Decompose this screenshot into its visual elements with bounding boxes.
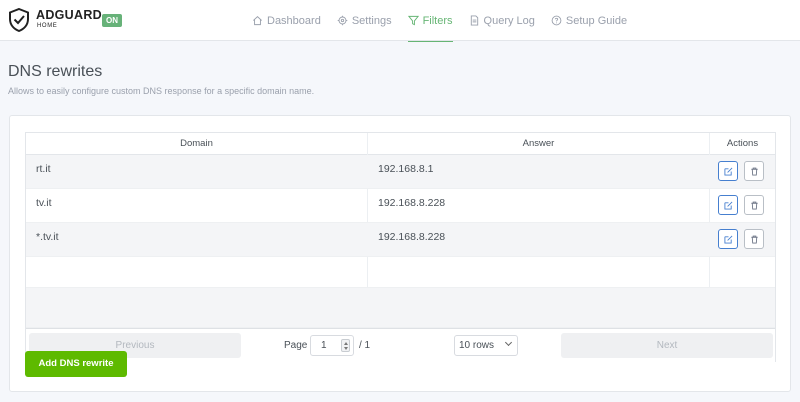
cell-domain: tv.it <box>36 197 52 209</box>
nav-filters[interactable]: Filters <box>407 0 453 42</box>
delete-button[interactable] <box>744 195 764 215</box>
shield-check-icon <box>9 8 29 32</box>
cell-domain: *.tv.it <box>36 231 59 243</box>
edit-icon <box>723 167 732 176</box>
document-icon <box>470 15 478 26</box>
edit-button[interactable] <box>718 161 738 181</box>
page-total-label: / 1 <box>359 340 371 351</box>
cell-answer: 192.168.8.228 <box>378 231 446 243</box>
rewrites-table: Domain Answer Actions rt.it 192.168.8.1 … <box>25 132 776 362</box>
adguard-logo[interactable]: ADGUARD HOME <box>8 8 102 32</box>
table-header: Domain Answer Actions <box>26 133 775 155</box>
column-header-answer[interactable]: Answer <box>368 133 709 155</box>
cell-answer: 192.168.8.228 <box>378 197 446 209</box>
edit-icon <box>723 201 732 210</box>
page-number-value: 1 <box>321 340 327 351</box>
gear-icon <box>337 15 348 26</box>
table-row: *.tv.it 192.168.8.228 <box>26 223 775 257</box>
cell-domain: rt.it <box>36 163 51 175</box>
nav-settings[interactable]: Settings <box>337 0 392 41</box>
chevron-down-icon <box>504 338 513 347</box>
status-badge: ON <box>102 14 122 27</box>
nav-filters-label: Filters <box>422 14 453 27</box>
rows-per-page-select[interactable]: 10 rows <box>454 335 518 356</box>
add-dns-rewrite-button[interactable]: Add DNS rewrite <box>25 351 127 377</box>
trash-icon <box>750 167 758 176</box>
empty-row <box>26 257 775 288</box>
top-header: ADGUARD HOME ON Dashboard Settings Filte… <box>0 0 800 42</box>
page-title: DNS rewrites <box>8 63 103 80</box>
trash-icon <box>750 235 758 244</box>
nav-dashboard-label: Dashboard <box>267 14 321 27</box>
table-row: tv.it 192.168.8.228 <box>26 189 775 223</box>
edit-icon <box>723 235 732 244</box>
home-icon <box>253 16 262 26</box>
pagination-bar: Previous Page 1 / 1 10 rows Next <box>26 328 775 362</box>
page-description: Allows to easily configure custom DNS re… <box>8 86 315 96</box>
delete-button[interactable] <box>744 161 764 181</box>
cell-answer: 192.168.8.1 <box>378 163 434 175</box>
edit-button[interactable] <box>718 195 738 215</box>
nav-setup-guide-label: Setup Guide <box>565 14 628 27</box>
filter-icon <box>407 15 419 26</box>
column-header-domain[interactable]: Domain <box>26 133 367 155</box>
nav-dashboard[interactable]: Dashboard <box>252 0 321 41</box>
page-number-input[interactable]: 1 <box>310 335 354 356</box>
column-header-actions: Actions <box>726 138 759 149</box>
nav-settings-label: Settings <box>351 14 392 27</box>
help-circle-icon <box>551 15 562 26</box>
rows-per-page-value: 10 rows <box>459 340 495 351</box>
main-nav: Dashboard Settings Filters Query Log Set… <box>252 0 643 42</box>
delete-button[interactable] <box>744 229 764 249</box>
page-stepper-icon[interactable] <box>341 339 350 352</box>
trash-icon <box>750 201 758 210</box>
edit-button[interactable] <box>718 229 738 249</box>
next-page-button[interactable]: Next <box>561 333 773 358</box>
dns-rewrites-card: Domain Answer Actions rt.it 192.168.8.1 … <box>9 115 791 392</box>
table-row: rt.it 192.168.8.1 <box>26 155 775 189</box>
page-label: Page <box>284 340 308 351</box>
nav-setup-guide[interactable]: Setup Guide <box>551 0 627 41</box>
logo-subtitle: HOME <box>37 23 58 29</box>
logo-title: ADGUARD <box>36 8 102 22</box>
empty-row <box>26 288 775 328</box>
nav-query-log[interactable]: Query Log <box>469 0 535 41</box>
nav-query-log-label: Query Log <box>483 14 535 27</box>
